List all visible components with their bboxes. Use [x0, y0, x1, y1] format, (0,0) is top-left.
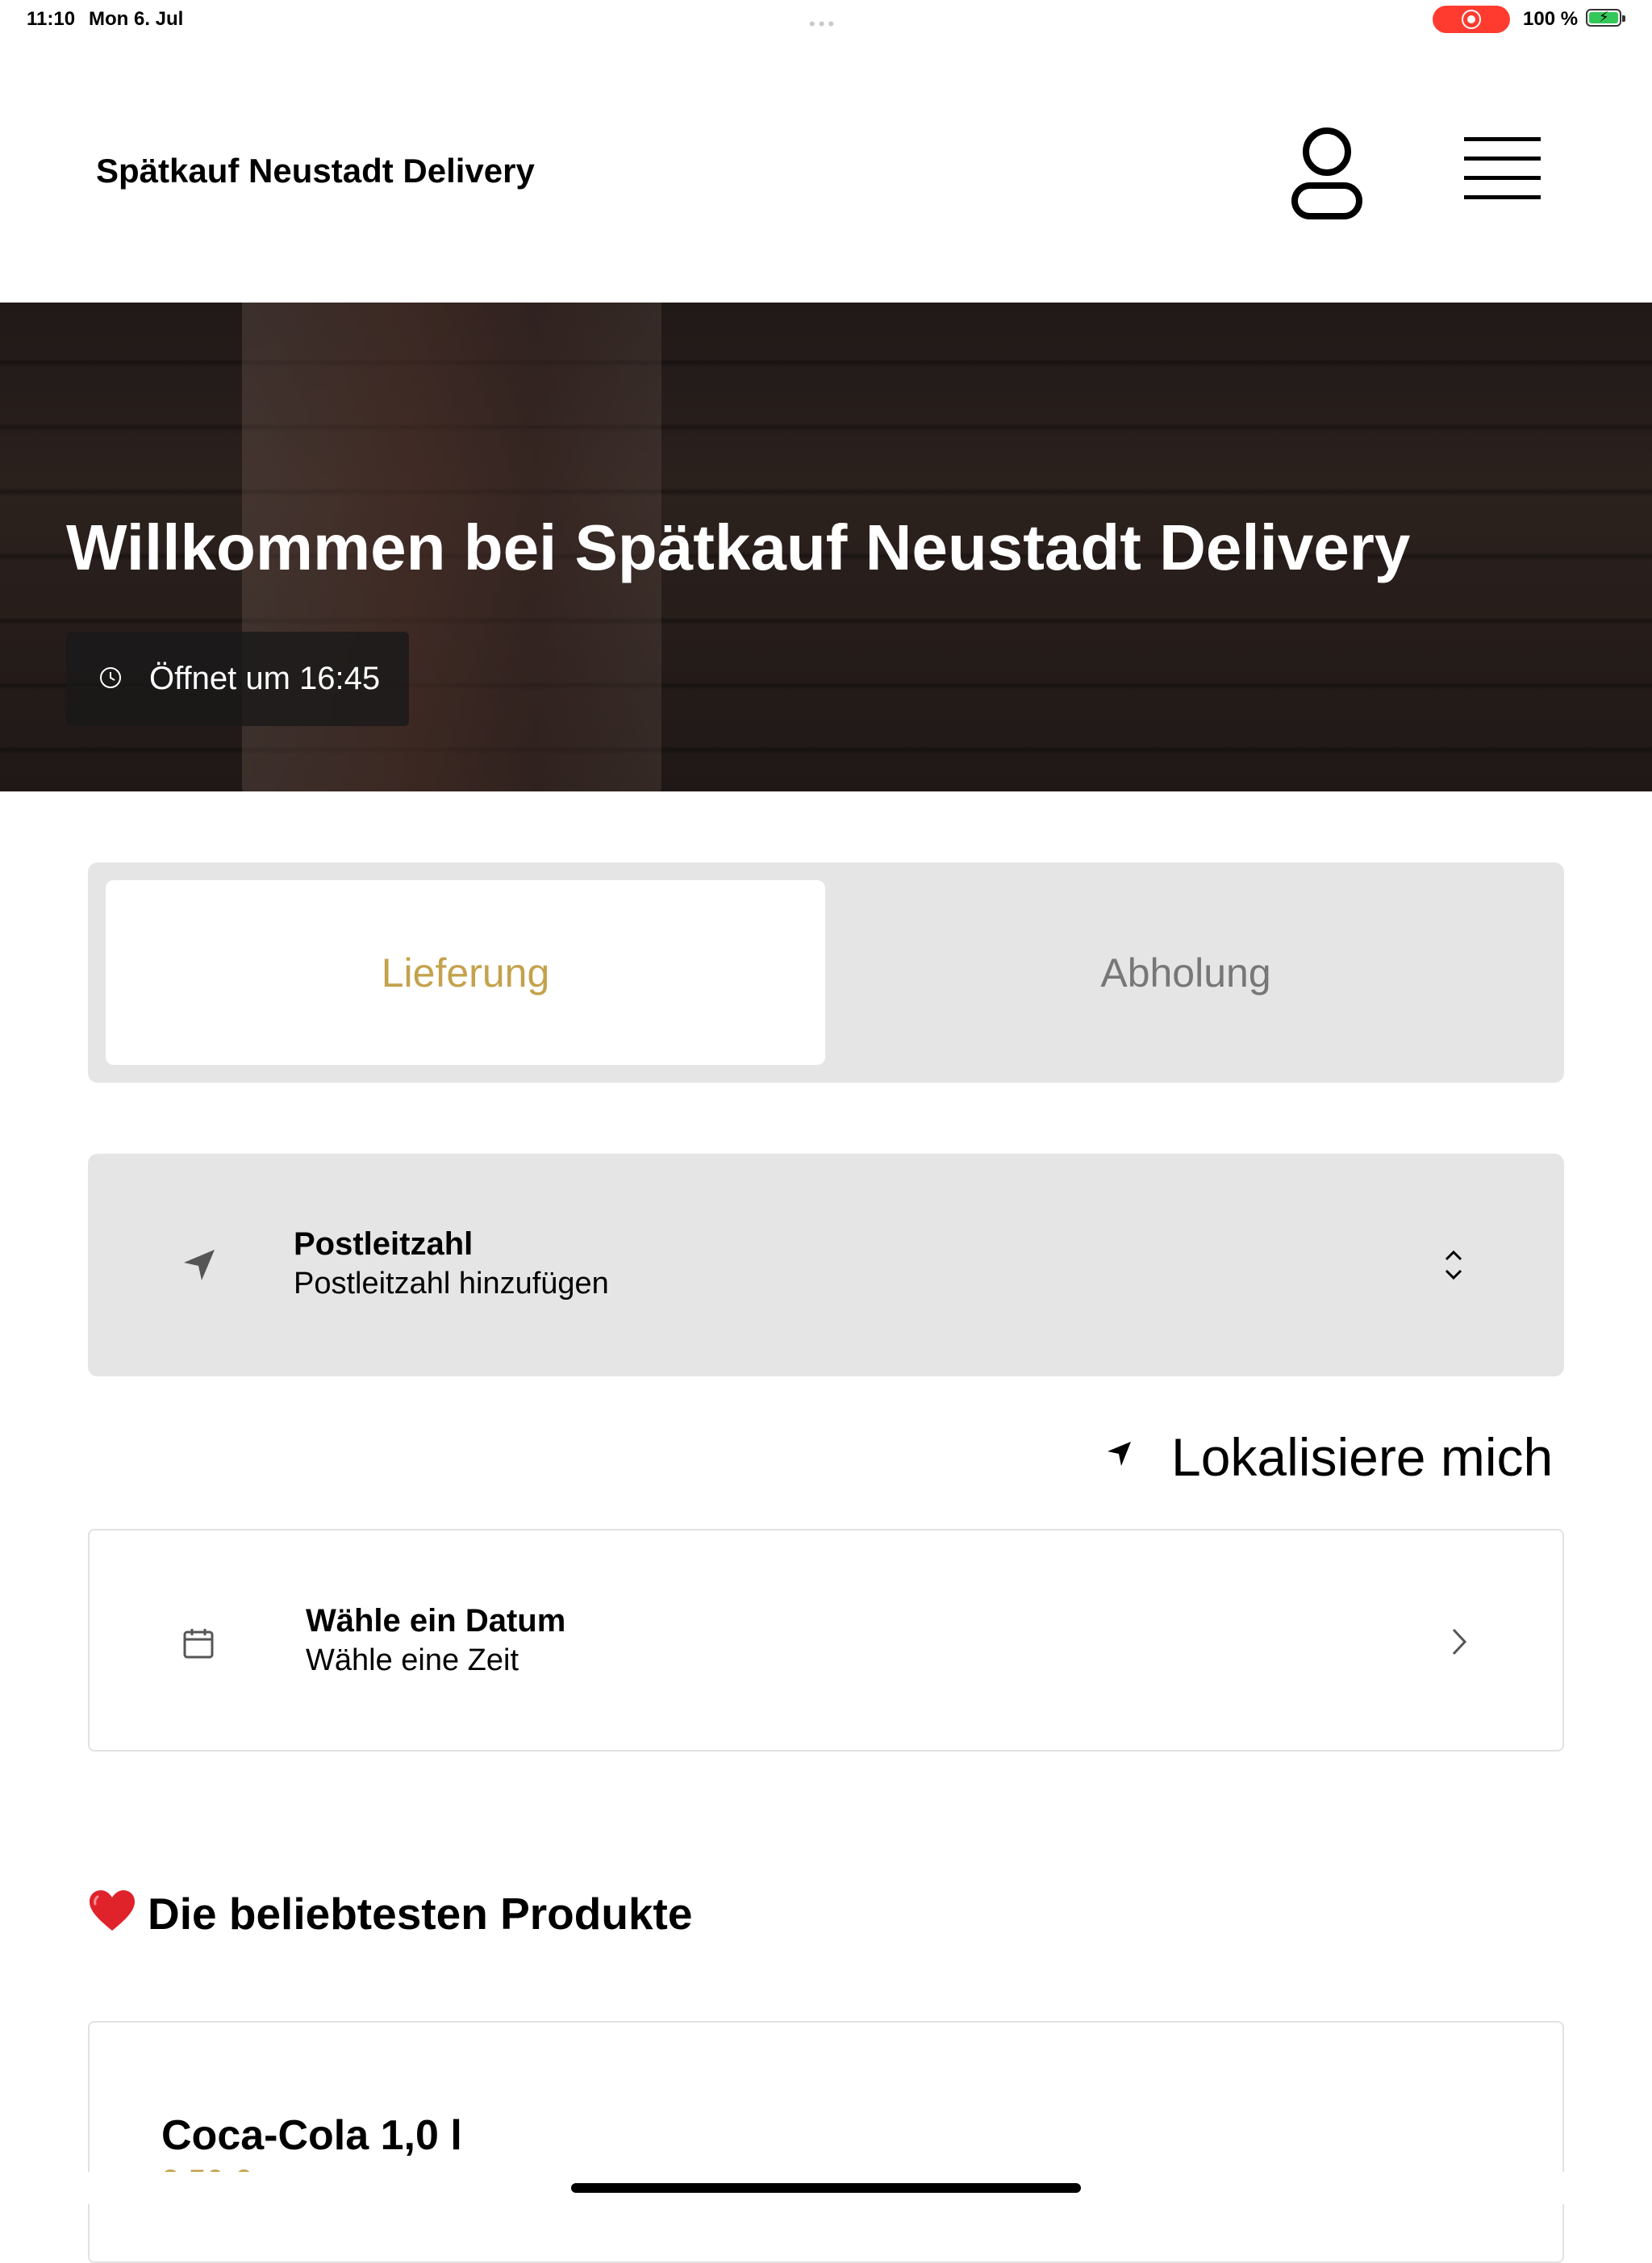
- hamburger-menu-icon[interactable]: [1456, 129, 1549, 210]
- date-label: Wähle ein Datum: [306, 1603, 566, 1639]
- date-time-picker[interactable]: Wähle ein Datum Wähle eine Zeit: [88, 1529, 1564, 1752]
- user-icon[interactable]: [1283, 121, 1371, 222]
- status-date: Mon 6. Jul: [89, 8, 184, 30]
- status-bar: 11:10 Mon 6. Jul ••• 100 % ⚡: [0, 0, 1652, 39]
- locate-me-button[interactable]: Lokalisiere mich: [1105, 1420, 1565, 1488]
- opening-hours-text: Öffnet um 16:45: [149, 661, 381, 696]
- order-mode-toggle: Lieferung Abholung: [88, 862, 1564, 1083]
- postal-code-field[interactable]: Postleitzahl Postleitzahl hinzufügen: [88, 1154, 1564, 1376]
- battery-percent: 100 %: [1523, 8, 1579, 30]
- location-arrow-icon: [184, 1250, 215, 1280]
- clock-icon: [100, 667, 121, 688]
- hero-banner: Willkommen bei Spätkauf Neustadt Deliver…: [0, 303, 1652, 791]
- tab-pickup[interactable]: Abholung: [826, 880, 1546, 1065]
- section-title-text: Die beliebtesten Produkte: [148, 1889, 693, 1939]
- shop-title[interactable]: Spätkauf Neustadt Delivery: [96, 152, 535, 190]
- postal-code-placeholder: Postleitzahl hinzufügen: [294, 1267, 609, 1301]
- section-title-popular: Die beliebtesten Produkte: [88, 1888, 692, 1939]
- opening-hours-badge: Öffnet um 16:45: [66, 632, 409, 726]
- screen-recording-icon[interactable]: [1433, 6, 1510, 33]
- calendar-icon: [183, 1629, 214, 1659]
- product-card[interactable]: Coca-Cola 1,0 l 2,50 €: [88, 2021, 1564, 2263]
- home-indicator[interactable]: [571, 2183, 1081, 2193]
- chevron-right-icon: [1452, 1628, 1467, 1655]
- status-time: 11:10: [27, 8, 76, 30]
- product-name: Coca-Cola 1,0 l: [161, 2112, 462, 2159]
- location-arrow-icon: [1108, 1442, 1131, 1466]
- heart-icon: [90, 1890, 135, 1931]
- hero-title: Willkommen bei Spätkauf Neustadt Deliver…: [66, 511, 1411, 583]
- tab-delivery[interactable]: Lieferung: [106, 880, 825, 1065]
- chevron-up-down-icon[interactable]: [1437, 1246, 1470, 1284]
- time-label: Wähle eine Zeit: [306, 1643, 519, 1677]
- postal-code-label: Postleitzahl: [294, 1226, 473, 1262]
- multitasking-dots-icon[interactable]: •••: [809, 14, 837, 35]
- locate-me-label: Lokalisiere mich: [1171, 1427, 1554, 1487]
- battery-icon: ⚡: [1586, 9, 1625, 27]
